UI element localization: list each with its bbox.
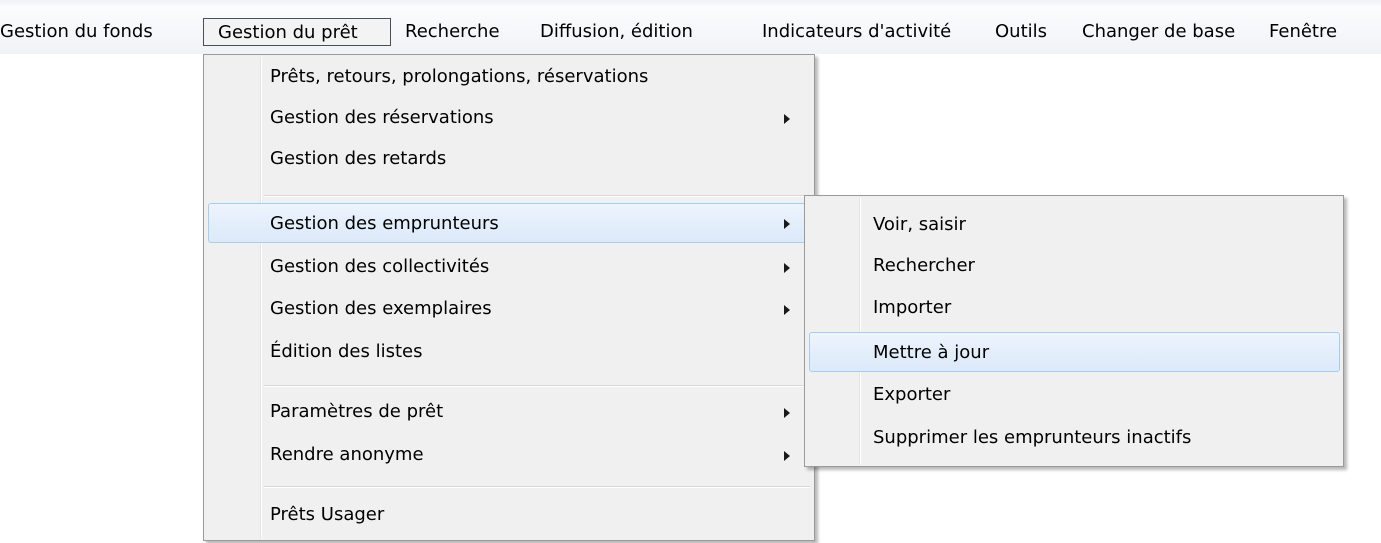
menu-item-label: Supprimer les emprunteurs inactifs — [873, 427, 1192, 448]
submenu-item-exporter[interactable]: Exporter — [807, 375, 1341, 415]
submenu-item-voir-saisir[interactable]: Voir, saisir — [807, 205, 1341, 245]
menu-gestion-du-fonds[interactable]: Gestion du fonds — [0, 16, 153, 48]
submenu-arrow-icon — [784, 114, 790, 124]
menu-item-label: Importer — [873, 297, 952, 318]
menu-separator — [264, 486, 810, 488]
menu-changer-de-base[interactable]: Changer de base — [1082, 16, 1235, 48]
menu-item-label: Prêts Usager — [270, 504, 385, 525]
menu-item-gestion-emprunteurs[interactable]: Gestion des emprunteurs — [208, 203, 811, 243]
emprunteurs-submenu: Voir, saisir Rechercher Importer Mettre … — [804, 195, 1344, 467]
pret-dropdown-menu: Prêts, retours, prolongations, réservati… — [203, 54, 815, 541]
menu-separator — [264, 195, 810, 197]
submenu-item-supprimer-inactifs[interactable]: Supprimer les emprunteurs inactifs — [807, 418, 1341, 458]
menu-gestion-du-pret[interactable]: Gestion du prêt — [203, 18, 391, 46]
submenu-arrow-icon — [784, 263, 790, 273]
menu-item-label: Rendre anonyme — [270, 444, 424, 465]
menu-item-label: Paramètres de prêt — [270, 401, 444, 422]
menu-item-label: Gestion des retards — [270, 148, 447, 169]
menu-item-edition-listes[interactable]: Édition des listes — [206, 332, 812, 372]
menu-item-label: Gestion des réservations — [270, 107, 494, 128]
menu-bar: Gestion du fonds Gestion du prêt Recherc… — [0, 6, 1381, 54]
menu-item-label: Gestion des collectivités — [270, 256, 490, 277]
menu-diffusion-edition[interactable]: Diffusion, édition — [540, 16, 693, 48]
menu-item-gestion-retards[interactable]: Gestion des retards — [206, 139, 812, 179]
menu-item-label: Voir, saisir — [873, 214, 966, 235]
menu-item-gestion-collectivites[interactable]: Gestion des collectivités — [206, 247, 812, 287]
menu-fenetre[interactable]: Fenêtre — [1269, 16, 1337, 48]
menu-item-prets-retours[interactable]: Prêts, retours, prolongations, réservati… — [206, 57, 812, 97]
menu-indicateurs-activite[interactable]: Indicateurs d'activité — [762, 16, 951, 48]
menu-item-prets-usager[interactable]: Prêts Usager — [206, 495, 812, 535]
submenu-item-importer[interactable]: Importer — [807, 288, 1341, 328]
menu-item-parametres-pret[interactable]: Paramètres de prêt — [206, 392, 812, 432]
menu-separator — [264, 385, 810, 387]
submenu-arrow-icon — [784, 219, 790, 229]
menu-item-label: Exporter — [873, 384, 951, 405]
menu-item-label: Rechercher — [873, 255, 975, 276]
menu-item-rendre-anonyme[interactable]: Rendre anonyme — [206, 435, 812, 475]
menu-item-label: Gestion des exemplaires — [270, 298, 492, 319]
menu-item-gestion-exemplaires[interactable]: Gestion des exemplaires — [206, 289, 812, 329]
menu-item-gestion-reservations[interactable]: Gestion des réservations — [206, 98, 812, 138]
submenu-arrow-icon — [784, 408, 790, 418]
submenu-item-mettre-a-jour[interactable]: Mettre à jour — [809, 332, 1340, 372]
menu-item-label: Prêts, retours, prolongations, réservati… — [270, 66, 649, 87]
menu-item-label: Mettre à jour — [873, 342, 990, 363]
menu-outils[interactable]: Outils — [995, 16, 1047, 48]
menu-recherche[interactable]: Recherche — [405, 16, 500, 48]
submenu-arrow-icon — [784, 451, 790, 461]
menu-item-label: Gestion des emprunteurs — [270, 213, 499, 234]
submenu-item-rechercher[interactable]: Rechercher — [807, 246, 1341, 286]
submenu-arrow-icon — [784, 305, 790, 315]
menu-item-label: Édition des listes — [270, 341, 423, 362]
